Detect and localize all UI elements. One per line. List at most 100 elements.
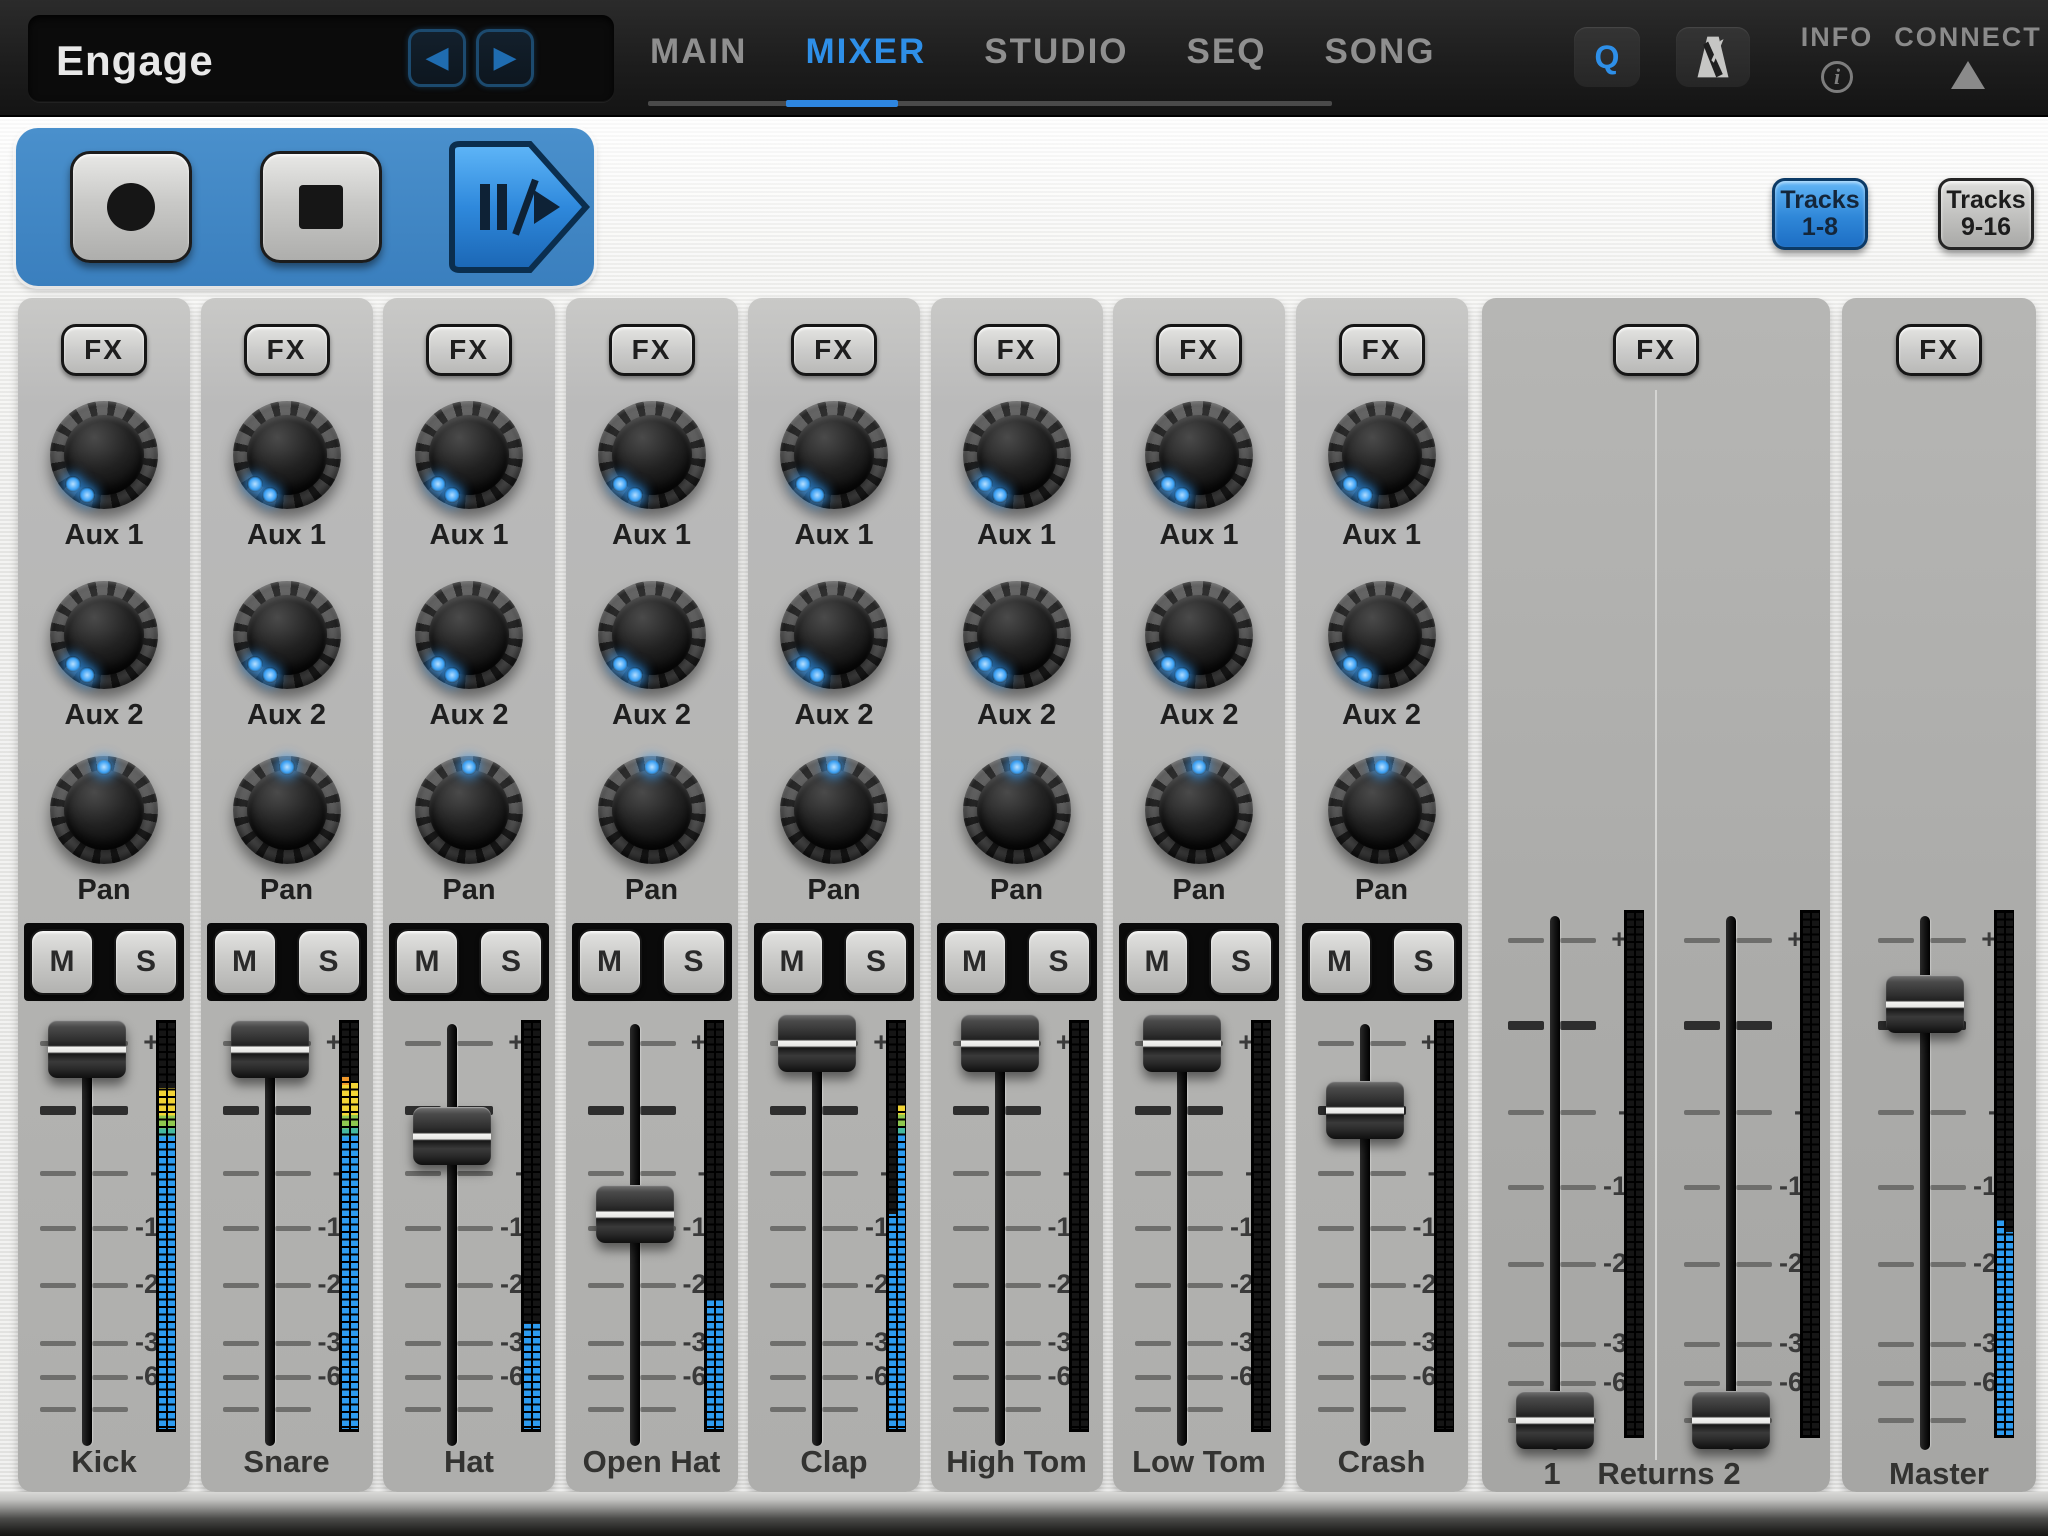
knob-aux1[interactable]: [50, 401, 158, 509]
knob-led: [809, 487, 825, 503]
fader-cap[interactable]: [961, 1014, 1039, 1072]
knob-pan[interactable]: [1145, 756, 1253, 864]
mute-button[interactable]: M: [1125, 929, 1189, 995]
knob-pan[interactable]: [415, 756, 523, 864]
fader-cap[interactable]: [1886, 975, 1964, 1033]
knob-pan[interactable]: [598, 756, 706, 864]
knob-aux2[interactable]: [598, 581, 706, 689]
fx-button[interactable]: FX: [426, 324, 512, 376]
fx-button[interactable]: FX: [1339, 324, 1425, 376]
connect-label: CONNECT: [1894, 22, 2042, 53]
tab-studio[interactable]: STUDIO: [984, 32, 1128, 72]
fader-track[interactable]: [82, 1024, 92, 1446]
knob-aux2[interactable]: [963, 581, 1071, 689]
mute-button[interactable]: M: [760, 929, 824, 995]
tab-main[interactable]: MAIN: [650, 32, 747, 72]
knob-aux1[interactable]: [233, 401, 341, 509]
stop-button[interactable]: [260, 151, 382, 263]
tab-seq[interactable]: SEQ: [1187, 32, 1267, 72]
fader-cap[interactable]: [413, 1107, 491, 1165]
fader-track[interactable]: [812, 1024, 822, 1446]
mute-button[interactable]: M: [395, 929, 459, 995]
scale-tick: [223, 1341, 259, 1346]
knob-aux1[interactable]: [963, 401, 1071, 509]
fader-cap[interactable]: [1692, 1391, 1770, 1449]
fader-track[interactable]: [447, 1024, 457, 1446]
fx-button[interactable]: FX: [974, 324, 1060, 376]
solo-button[interactable]: S: [1392, 929, 1456, 995]
solo-button[interactable]: S: [114, 929, 178, 995]
knob-pan[interactable]: [50, 756, 158, 864]
tab-mixer[interactable]: MIXER: [805, 32, 926, 72]
solo-button[interactable]: S: [844, 929, 908, 995]
fx-button[interactable]: FX: [609, 324, 695, 376]
project-title-box: Engage ◀ ▶: [28, 15, 614, 102]
quantize-button[interactable]: Q: [1574, 27, 1640, 87]
fader-cap[interactable]: [1143, 1014, 1221, 1072]
knob-aux1[interactable]: [1328, 401, 1436, 509]
next-arrow-button[interactable]: ▶: [476, 29, 534, 87]
mute-button[interactable]: M: [30, 929, 94, 995]
knob-aux2[interactable]: [50, 581, 158, 689]
fx-button[interactable]: FX: [1156, 324, 1242, 376]
record-button[interactable]: [70, 151, 192, 263]
knob-aux1[interactable]: [415, 401, 523, 509]
solo-button[interactable]: S: [479, 929, 543, 995]
level-meter: [1994, 910, 2014, 1438]
knob-pan[interactable]: [233, 756, 341, 864]
fader-track[interactable]: [1550, 916, 1560, 1450]
mute-button[interactable]: M: [943, 929, 1007, 995]
knob-pan[interactable]: [963, 756, 1071, 864]
scale-tick: [1878, 1381, 1914, 1386]
fx-button[interactable]: FX: [791, 324, 877, 376]
mute-button[interactable]: M: [1308, 929, 1372, 995]
solo-button[interactable]: S: [1209, 929, 1273, 995]
tab-song[interactable]: SONG: [1324, 32, 1435, 72]
fader-cap[interactable]: [231, 1020, 309, 1078]
fader-cap[interactable]: [1326, 1081, 1404, 1139]
fx-button[interactable]: FX: [244, 324, 330, 376]
scale-tick: [770, 1106, 806, 1115]
fader-track[interactable]: [1726, 916, 1736, 1450]
connect-control[interactable]: CONNECT: [1908, 22, 2028, 89]
knob-aux2[interactable]: [415, 581, 523, 689]
fader-cap[interactable]: [778, 1014, 856, 1072]
scale-tick: [640, 1283, 676, 1288]
mute-button[interactable]: M: [213, 929, 277, 995]
knob-pan[interactable]: [1328, 756, 1436, 864]
fx-button[interactable]: FX: [1896, 324, 1982, 376]
fader-cap[interactable]: [1516, 1391, 1594, 1449]
fader-track[interactable]: [995, 1024, 1005, 1446]
pause-play-button[interactable]: [434, 140, 594, 274]
fx-button[interactable]: FX: [61, 324, 147, 376]
tracks-1-8-button[interactable]: Tracks 1-8: [1772, 178, 1868, 250]
prev-arrow-button[interactable]: ◀: [408, 29, 466, 87]
knob-aux2[interactable]: [233, 581, 341, 689]
tracks-9-16-button[interactable]: Tracks 9-16: [1938, 178, 2034, 250]
scale-tick: [1187, 1375, 1223, 1380]
knob-aux1[interactable]: [780, 401, 888, 509]
channel-name: Kick: [18, 1444, 190, 1480]
return-2-label: 2: [1652, 1456, 1812, 1492]
knob-aux2[interactable]: [780, 581, 888, 689]
knob-pan[interactable]: [780, 756, 888, 864]
fader-track[interactable]: [265, 1024, 275, 1446]
meter-segments: [159, 1023, 166, 1429]
info-control[interactable]: INFO i: [1792, 22, 1882, 93]
metronome-button[interactable]: [1676, 27, 1750, 87]
fader-cap[interactable]: [48, 1020, 126, 1078]
solo-button[interactable]: S: [297, 929, 361, 995]
fader-track[interactable]: [1177, 1024, 1187, 1446]
solo-button[interactable]: S: [662, 929, 726, 995]
mute-button[interactable]: M: [578, 929, 642, 995]
fx-button[interactable]: FX: [1613, 324, 1699, 376]
solo-button[interactable]: S: [1027, 929, 1091, 995]
knob-aux2[interactable]: [1328, 581, 1436, 689]
channel-strip-low-tom: FXAux 1Aux 2PanMS+60-6-12-24-36-60∞Low T…: [1113, 298, 1285, 1492]
knob-aux1[interactable]: [598, 401, 706, 509]
knob-aux2[interactable]: [1145, 581, 1253, 689]
scale-tick: [1930, 1185, 1966, 1190]
scale-tick: [40, 1341, 76, 1346]
knob-aux1[interactable]: [1145, 401, 1253, 509]
fader-cap[interactable]: [596, 1185, 674, 1243]
